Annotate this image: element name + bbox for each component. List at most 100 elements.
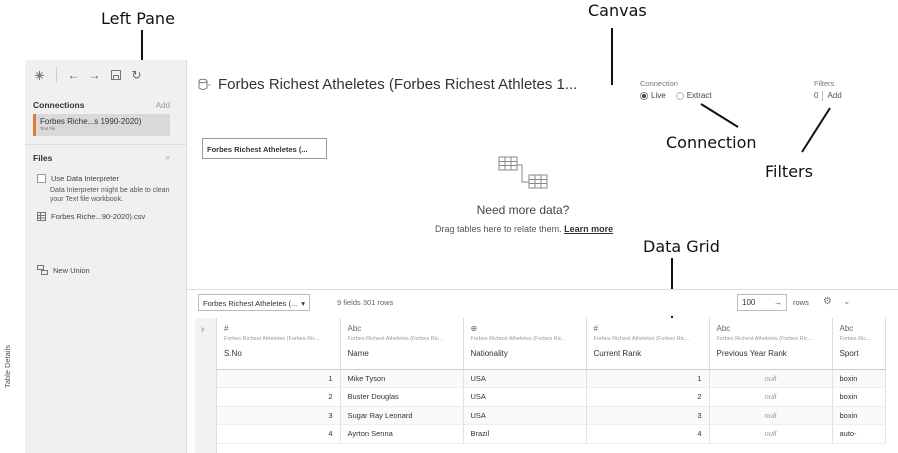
- forward-arrow-icon[interactable]: →: [88, 68, 101, 82]
- canvas-table-chip[interactable]: Forbes Richest Atheletes (...: [202, 138, 327, 159]
- string-type-icon[interactable]: Abc: [348, 324, 456, 336]
- gear-icon[interactable]: ⚙: [823, 296, 832, 307]
- annotation-lines-svg: [700, 103, 831, 153]
- new-union-label: New Union: [53, 265, 90, 275]
- learn-more-link[interactable]: Learn more: [564, 224, 613, 234]
- annotation-filters: Filters: [765, 162, 813, 181]
- filters-separator: [822, 91, 824, 101]
- live-radio-dot[interactable]: [640, 91, 648, 100]
- cell-current-rank: 1: [586, 369, 710, 388]
- rows-apply-arrow-icon[interactable]: →: [774, 298, 782, 307]
- new-union-row[interactable]: New Union: [25, 265, 186, 275]
- column-header-previous-year-rank[interactable]: Abc Forbes Richest Atheletes (Forbes Ric.…: [709, 318, 833, 370]
- left-pane-toolbar: ← → ↻: [25, 60, 186, 90]
- cell-previous-year-rank: null: [709, 424, 833, 444]
- chevron-down-icon[interactable]: ⌄: [843, 296, 851, 307]
- extract-radio[interactable]: Extract: [675, 91, 712, 100]
- filters-row: 0 Add: [814, 91, 842, 101]
- column-source: Forbes Richest Atheletes (Forbes Ric...: [593, 336, 690, 342]
- annotation-canvas: Canvas: [588, 1, 647, 20]
- data-interpreter-label: Use Data Interpreter: [51, 174, 119, 183]
- annotation-line-connection: [700, 103, 739, 128]
- back-arrow-icon[interactable]: ←: [67, 68, 80, 82]
- globe-type-icon[interactable]: ⊕: [471, 324, 579, 336]
- divider: [25, 144, 186, 145]
- cell-name: Sugar Ray Leonard: [340, 406, 464, 425]
- column-name: Current Rank: [593, 349, 642, 358]
- canvas-title-text: Forbes Richest Atheletes (Forbes Richest…: [218, 76, 578, 93]
- cell-nationality: USA: [463, 369, 587, 388]
- column-source: Forbes Richest Atheletes (Forbes Ric...: [470, 336, 567, 342]
- column-source: Forbes Richest Atheletes (Forbes Ric...: [716, 336, 813, 342]
- files-section-header: Files ⌕: [25, 153, 186, 163]
- column-header-sport[interactable]: Abc Forbes Ric... Sport: [832, 318, 886, 370]
- fields-rows-count: 9 fields 301 rows: [337, 298, 394, 307]
- cell-sno: 4: [217, 424, 341, 444]
- number-type-icon[interactable]: #: [224, 324, 333, 336]
- data-grid: # Forbes Richest Atheletes (Forbes Ric...…: [217, 318, 898, 453]
- column-name: Sport: [839, 349, 859, 358]
- database-icon: [198, 78, 211, 90]
- connection-options: Live Extract: [640, 91, 712, 100]
- relate-tables-icon: [498, 156, 548, 189]
- table-select-dropdown[interactable]: Forbes Richest Atheletes (... ▾: [198, 294, 310, 311]
- column-source: Forbes Ric...: [839, 336, 871, 342]
- refresh-icon[interactable]: ↻: [130, 68, 143, 82]
- connections-section-header: Connections Add: [25, 100, 186, 110]
- files-header: Files: [33, 153, 53, 163]
- connections-header: Connections: [33, 100, 85, 110]
- annotation-left-pane: Left Pane: [101, 9, 175, 28]
- save-icon[interactable]: [109, 69, 122, 82]
- cell-current-rank: 2: [586, 387, 710, 407]
- column-header-sno[interactable]: # Forbes Richest Atheletes (Forbes Ric...…: [217, 318, 341, 370]
- cell-previous-year-rank: null: [709, 406, 833, 425]
- left-pane: ← → ↻ Connections Add Forbes Riche...s 1…: [25, 60, 187, 453]
- cell-previous-year-rank: null: [709, 369, 833, 388]
- connections-add-link[interactable]: Add: [156, 101, 170, 110]
- files-search-icon[interactable]: ⌕: [166, 153, 170, 163]
- need-more-data-heading: Need more data?: [476, 203, 570, 217]
- cell-sno: 2: [217, 387, 341, 407]
- string-type-icon[interactable]: Abc: [717, 324, 825, 336]
- cell-sport: boxin: [832, 369, 886, 388]
- column-name: Name: [347, 349, 369, 358]
- rows-input[interactable]: 100 →: [737, 294, 787, 311]
- table-details-tab[interactable]: ›: [195, 318, 217, 453]
- cell-nationality: USA: [463, 406, 587, 425]
- table-details-label: Table Details: [3, 345, 12, 388]
- column-name: Previous Year Rank: [716, 349, 787, 358]
- data-source-icon[interactable]: [33, 69, 46, 82]
- toolbar-separator: [56, 67, 57, 83]
- extract-radio-dot[interactable]: [675, 91, 684, 100]
- connection-label: Connection: [640, 79, 678, 88]
- column-header-nationality[interactable]: ⊕ Forbes Richest Atheletes (Forbes Ric...…: [463, 318, 587, 370]
- cell-sport: boxin: [832, 406, 886, 425]
- live-radio[interactable]: Live: [640, 91, 666, 100]
- column-name: S.No: [224, 349, 242, 358]
- cell-previous-year-rank: null: [709, 387, 833, 407]
- column-header-current-rank[interactable]: # Forbes Richest Atheletes (Forbes Ric...…: [586, 318, 710, 370]
- column-header-name[interactable]: Abc Forbes Richest Atheletes (Forbes Ric.…: [340, 318, 464, 370]
- filters-add-link[interactable]: Add: [827, 91, 841, 101]
- cell-sport: boxin: [832, 387, 886, 407]
- expand-arrow-icon[interactable]: ›: [201, 324, 204, 335]
- connection-item-type: Text file: [40, 126, 56, 131]
- cell-name: Mike Tyson: [340, 369, 464, 388]
- cell-sport: auto-: [832, 424, 886, 444]
- data-interpreter-checkbox[interactable]: [37, 174, 46, 183]
- rows-input-value: 100: [742, 298, 756, 307]
- new-union-icon: [37, 265, 48, 275]
- filters-count: 0: [814, 91, 819, 100]
- drag-tables-hint: Drag tables here to relate them. Learn m…: [435, 224, 613, 234]
- column-source: Forbes Richest Atheletes (Forbes Ric...: [347, 336, 444, 342]
- table-row: 4 Ayrton Senna Brazil 4 null auto-: [217, 424, 886, 444]
- data-interpreter-row[interactable]: Use Data Interpreter: [25, 174, 186, 183]
- column-name: Nationality: [470, 349, 508, 358]
- dropdown-arrow-icon: ▾: [301, 299, 305, 308]
- connection-item[interactable]: Forbes Riche...s 1990-2020) Text file: [33, 114, 170, 136]
- canvas-title[interactable]: Forbes Richest Atheletes (Forbes Richest…: [198, 76, 577, 93]
- string-type-icon[interactable]: Abc: [840, 324, 878, 336]
- number-type-icon[interactable]: #: [594, 324, 702, 336]
- filters-label: Filters: [814, 79, 835, 88]
- rows-label: rows: [793, 298, 809, 307]
